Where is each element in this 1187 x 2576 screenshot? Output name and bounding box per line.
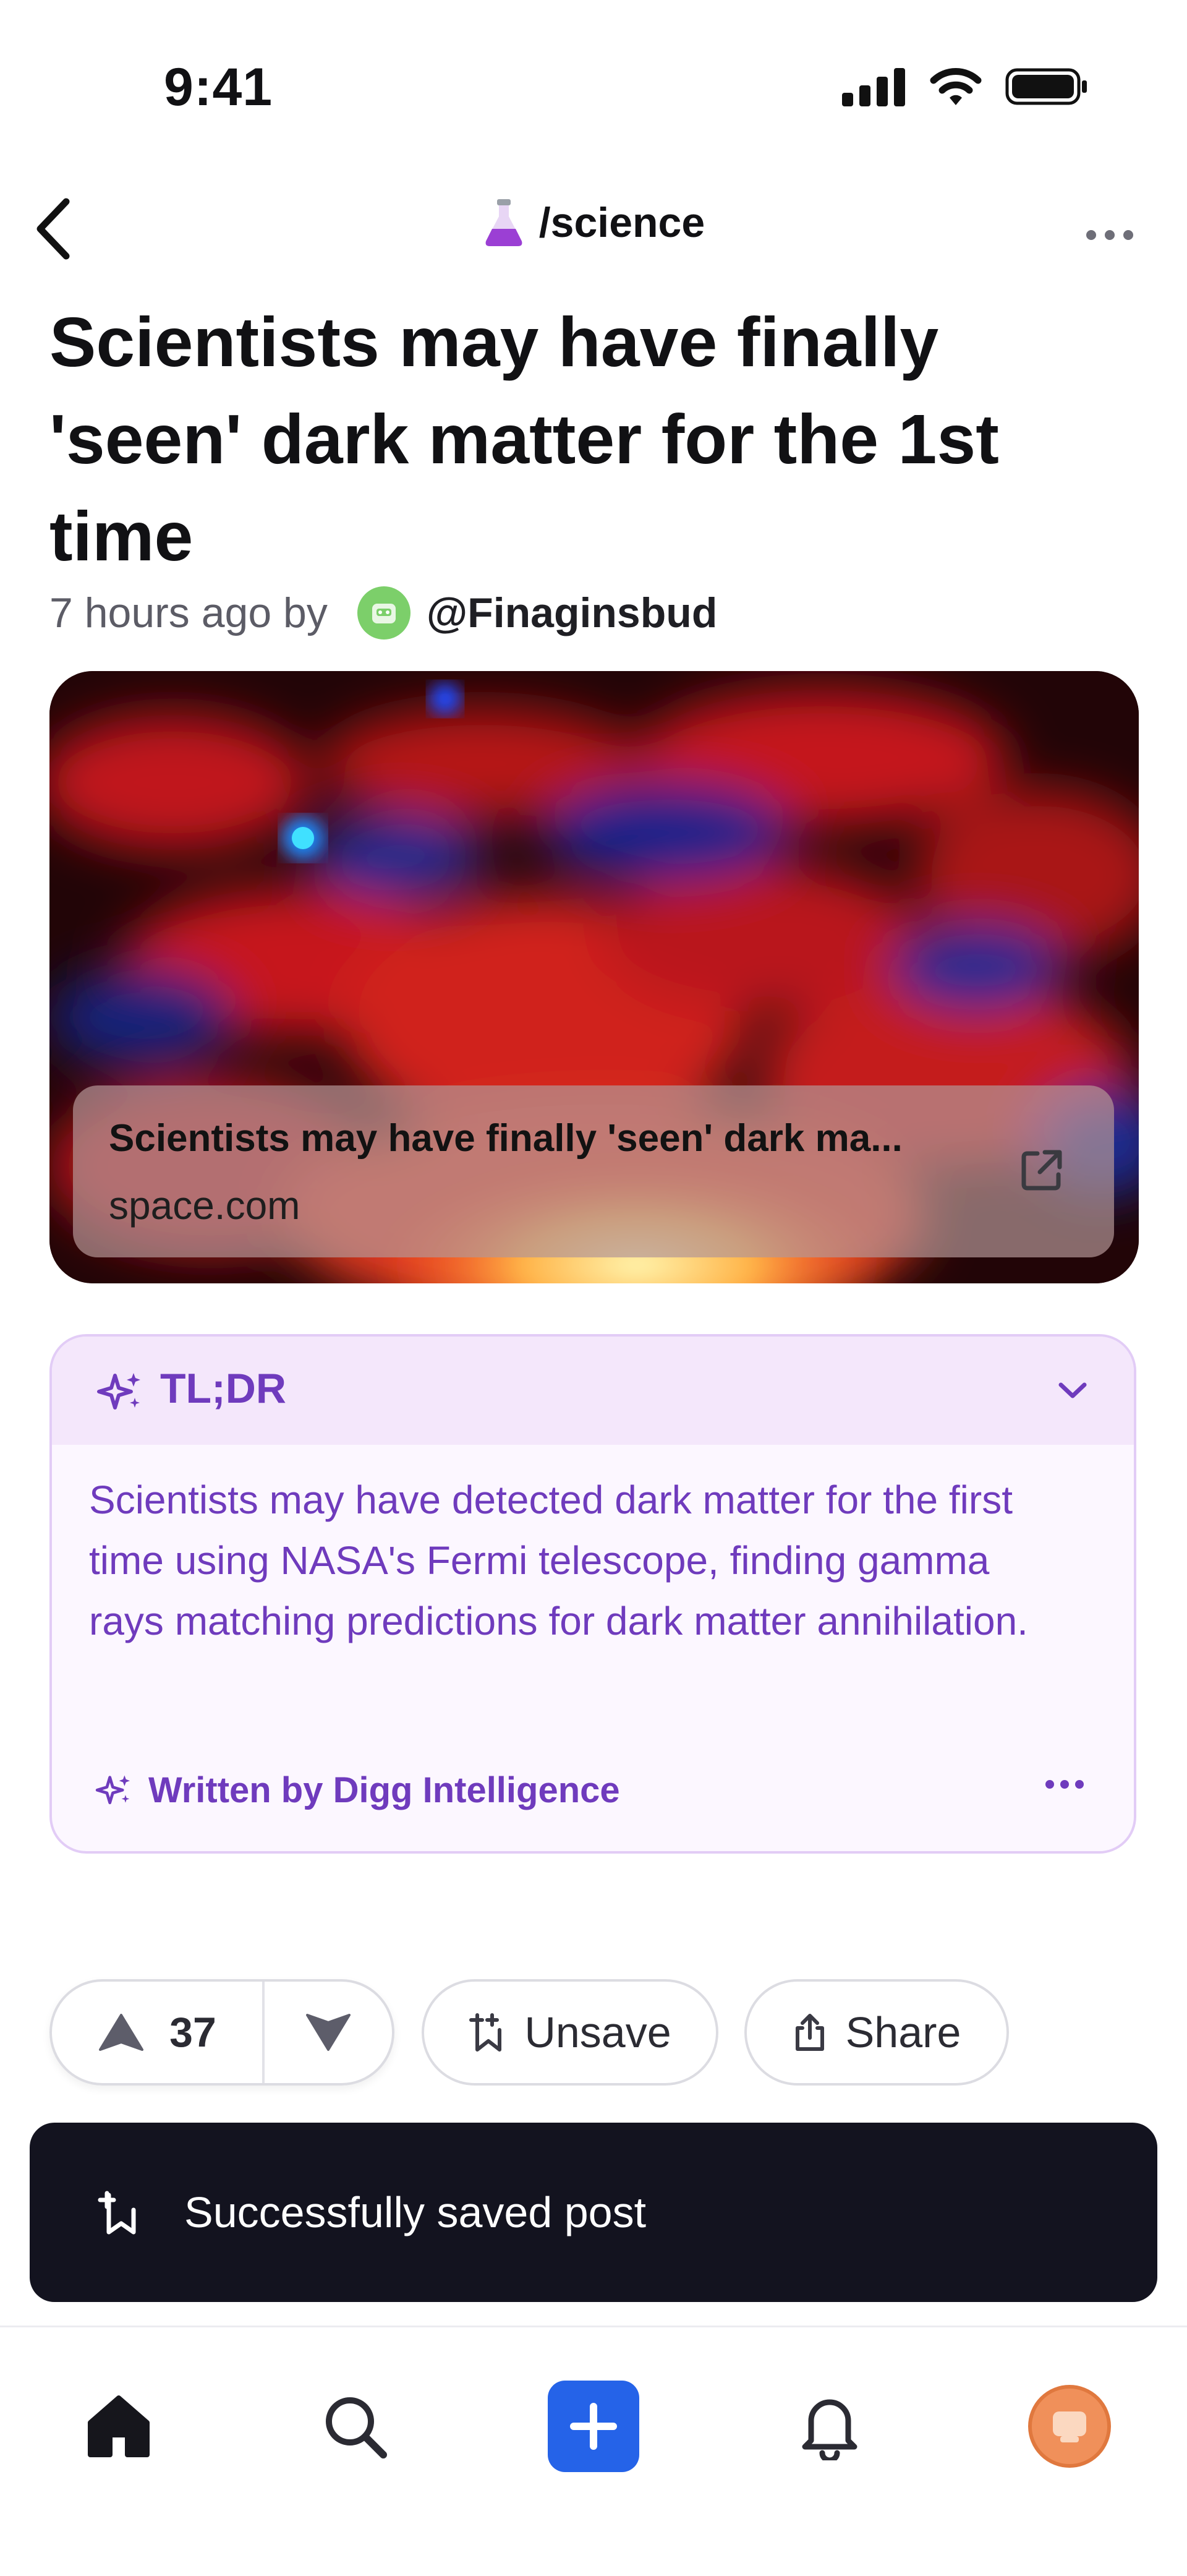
status-icons (842, 67, 1088, 106)
sparkles-icon (95, 1775, 130, 1804)
unsave-button[interactable]: Unsave (422, 1979, 718, 2086)
community-name: /science (538, 199, 705, 246)
arrow-up-icon (99, 2014, 144, 2051)
chevron-down-icon[interactable] (1056, 1374, 1089, 1407)
tldr-label: TL;DR (160, 1365, 286, 1412)
battery-icon (1005, 68, 1087, 105)
tldr-attribution: Written by Digg Intelligence (95, 1769, 620, 1811)
tldr-header[interactable]: TL;DR (52, 1337, 1134, 1445)
profile-avatar-icon (1053, 2411, 1086, 2442)
post-byline: 7 hours ago by @Finaginsbud (49, 586, 717, 640)
notifications-icon (802, 2399, 857, 2460)
tab-create[interactable] (538, 2371, 649, 2482)
tldr-card: TL;DR Scientists may have detected dark … (49, 1334, 1136, 1854)
status-time: 9:41 (164, 58, 273, 117)
share-icon (795, 2014, 824, 2051)
share-label: Share (845, 2008, 961, 2056)
external-link-icon (1021, 1150, 1062, 1191)
toast-message: Successfully saved post (184, 2188, 647, 2236)
author-avatar[interactable] (357, 586, 411, 640)
tab-profile[interactable] (1014, 2371, 1125, 2482)
sparkles-icon (97, 1373, 140, 1410)
downvote-button[interactable] (265, 1982, 392, 2083)
link-title: Scientists may have finally 'seen' dark … (109, 1117, 903, 1160)
unsave-label: Unsave (524, 2008, 671, 2056)
tldr-summary: Scientists may have detected dark matter… (89, 1478, 1028, 1643)
home-icon (88, 2395, 150, 2457)
link-preview-card[interactable]: Scientists may have finally 'seen' dark … (73, 1085, 1114, 1257)
robot-avatar-icon (372, 604, 396, 623)
vote-count: 37 (169, 2009, 216, 2056)
plus-icon (570, 2403, 617, 2450)
more-horizontal-icon[interactable] (1045, 1779, 1084, 1790)
more-horizontal-icon (1086, 230, 1133, 240)
tab-home[interactable] (63, 2371, 174, 2482)
link-domain: space.com (109, 1183, 300, 1228)
toast-notification: Successfully saved post (30, 2123, 1157, 2302)
tab-search[interactable] (299, 2371, 411, 2482)
create-post-button[interactable] (548, 2381, 639, 2472)
tldr-footer-text: Written by Digg Intelligence (148, 1770, 620, 1810)
search-icon (326, 2397, 387, 2458)
tab-notifications[interactable] (774, 2371, 885, 2482)
upvote-button[interactable]: 37 (52, 1982, 262, 2083)
arrow-down-icon (306, 2014, 351, 2051)
wifi-icon (930, 68, 982, 105)
bottom-tab-bar (0, 2326, 1187, 2576)
author-name[interactable]: @Finaginsbud (427, 589, 718, 637)
profile-avatar (1028, 2385, 1111, 2468)
signal-icon (842, 68, 905, 106)
post-time: 7 hours ago by (49, 589, 328, 636)
bookmark-add-icon (98, 2191, 136, 2235)
bookmark-remove-icon (469, 2013, 502, 2052)
community-link[interactable]: /science (0, 198, 1187, 247)
share-button[interactable]: Share (744, 1979, 1009, 2086)
flask-icon (485, 199, 522, 246)
post-title: Scientists may have finally 'seen' dark … (49, 303, 999, 575)
more-options-button[interactable] (1076, 210, 1144, 260)
vote-control: 37 (49, 1979, 394, 2086)
